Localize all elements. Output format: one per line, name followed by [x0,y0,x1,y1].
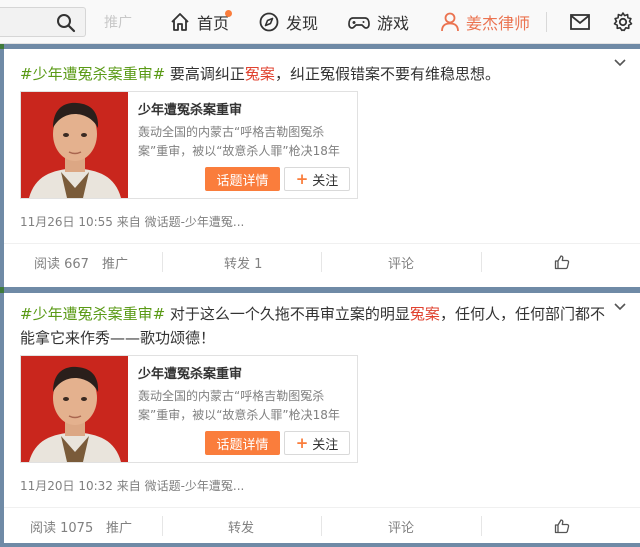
nav-divider [546,12,547,32]
action-divider [481,252,482,272]
nav-discover[interactable]: 发现 [258,0,318,44]
promote-button[interactable]: 推广 [106,508,132,544]
nav-home[interactable]: 首页 [169,0,232,44]
thumbs-up-icon [554,519,570,534]
promote-button[interactable]: 推广 [102,244,128,280]
feed-card: #少年遭冤杀案重审# 要高调纠正冤案，纠正冤假错案不要有维稳思想。 少年遭冤杀案… [4,49,640,287]
follow-button-label: 关注 [312,173,339,189]
chevron-down-icon[interactable] [614,303,626,311]
post-text: #少年遭冤杀案重审# 要高调纠正冤案，纠正冤假错案不要有维稳思想。 [20,62,610,86]
read-count: 阅读 1075 [30,520,94,536]
gear-icon[interactable] [612,11,634,33]
search-icon[interactable] [56,13,76,33]
compass-icon [259,12,279,32]
nav-game-label: 游戏 [377,14,410,33]
action-divider [321,252,322,272]
topic-description: 轰动全国的内蒙古“呼格吉勒图冤杀案”重审，被以“故意杀人罪”枪决18年 [138,125,340,158]
topic-description: 轰动全国的内蒙古“呼格吉勒图冤杀案”重审，被以“故意杀人罪”枪决18年 [138,389,340,422]
plus-icon: + [295,170,309,188]
topic-photo[interactable] [21,356,128,462]
highlight-keyword[interactable]: 冤案 [410,305,440,323]
faint-label: 推广 [104,15,132,31]
topic-tag-link[interactable]: #少年遭冤杀案重审# [20,65,165,83]
topic-card[interactable]: 少年遭冤杀案重审 轰动全国的内蒙古“呼格吉勒图冤杀案”重审，被以“故意杀人罪”枪… [20,91,358,199]
action-divider [162,252,163,272]
post-text-part: ，纠正冤假错案不要有维稳思想。 [274,65,500,83]
repost-button[interactable]: 转发 [228,508,254,544]
chevron-down-icon[interactable] [614,59,626,67]
topic-tag-link[interactable]: #少年遭冤杀案重审# [20,305,165,323]
highlight-keyword[interactable]: 冤案 [245,65,275,83]
post-action-bar: 阅读 667 推广 转发 1 评论 [4,243,640,279]
topic-card[interactable]: 少年遭冤杀案重审 轰动全国的内蒙古“呼格吉勒图冤杀案”重审，被以“故意杀人罪”枪… [20,355,358,463]
post-text: #少年遭冤杀案重审# 对于这么一个久拖不再审立案的明显冤案，任何人，任何部门都不… [20,302,610,350]
like-button[interactable] [554,244,570,280]
top-nav-bar: 推广 首页 发现 游戏 姜杰律师 [0,0,640,44]
follow-button[interactable]: + 关注 [284,431,350,455]
user-icon [441,12,459,32]
post-text-part: 对于这么一个久拖不再审立案的明显 [165,305,410,323]
notification-dot [225,10,232,17]
like-button[interactable] [554,508,570,544]
nav-profile[interactable]: 姜杰律师 [440,0,530,44]
post-meta[interactable]: 11月26日 10:55 来自 微话题-少年遭冤... [20,213,244,230]
search-input[interactable] [0,7,86,37]
topic-title[interactable]: 少年遭冤杀案重审 [138,99,242,118]
mail-icon[interactable] [569,11,591,33]
topic-detail-button[interactable]: 话题详情 [205,431,280,455]
comment-button[interactable]: 评论 [388,508,414,544]
comment-button[interactable]: 评论 [388,244,414,280]
nav-profile-label: 姜杰律师 [466,14,531,33]
follow-button-label: 关注 [312,437,339,453]
topic-title[interactable]: 少年遭冤杀案重审 [138,363,242,382]
post-action-bar: 阅读 1075 推广 转发 评论 [4,507,640,543]
feed-card: #少年遭冤杀案重审# 对于这么一个久拖不再审立案的明显冤案，任何人，任何部门都不… [4,293,640,543]
topic-photo[interactable] [21,92,128,198]
follow-button[interactable]: + 关注 [284,167,350,191]
action-divider [162,516,163,536]
thumbs-up-icon [554,255,570,270]
action-divider [321,516,322,536]
nav-discover-label: 发现 [286,14,319,33]
post-text-part: 要高调纠正 [165,65,245,83]
gamepad-icon [348,17,370,29]
topic-detail-button[interactable]: 话题详情 [205,167,280,191]
plus-icon: + [295,434,309,452]
home-icon [171,13,189,31]
read-count: 阅读 667 [34,256,89,272]
repost-button[interactable]: 转发 1 [224,244,262,280]
post-meta[interactable]: 11月20日 10:32 来自 微话题-少年遭冤... [20,477,244,494]
nav-game[interactable]: 游戏 [347,0,409,44]
action-divider [481,516,482,536]
